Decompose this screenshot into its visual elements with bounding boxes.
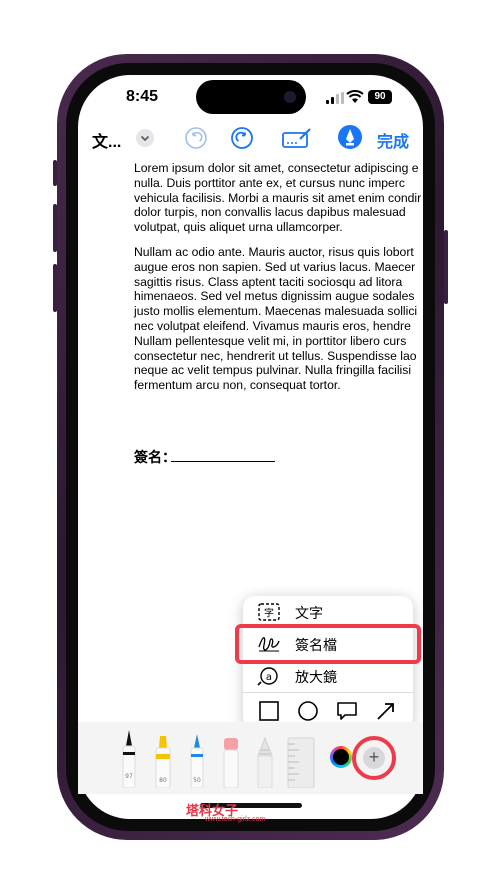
- text-line: Nullam pellentesque velit mi, in porttit…: [134, 333, 407, 348]
- menu-item-magnifier[interactable]: a 放大鏡: [243, 660, 413, 692]
- square-icon[interactable]: [258, 700, 280, 722]
- arrow-icon[interactable]: [375, 700, 397, 722]
- text-line: dolor turpis, non convallis lacus dapibu…: [134, 205, 406, 220]
- undo-icon[interactable]: [183, 125, 209, 151]
- signature-underline: [171, 461, 275, 462]
- text-line: nulla. Duis porttitor ante ex, et cursus…: [134, 175, 405, 190]
- text-line: sagittis risus. Class aptent taciti soci…: [134, 274, 403, 289]
- text-line: consectetur nec, hendrerit ut tellus. Su…: [134, 348, 417, 363]
- plus-highlight-ring: [352, 736, 396, 780]
- title-menu-button[interactable]: [136, 129, 154, 147]
- power-button: [444, 230, 448, 304]
- document-title[interactable]: 文...: [92, 128, 121, 152]
- menu-item-label: 放大鏡: [295, 669, 337, 685]
- current-color-swatch: [333, 749, 349, 765]
- done-button[interactable]: 完成: [377, 128, 409, 152]
- highlighter-tool[interactable]: 80: [152, 732, 174, 788]
- redo-icon[interactable]: [229, 125, 255, 151]
- lasso-tool[interactable]: [254, 736, 276, 788]
- magnifier-icon: a: [257, 667, 278, 686]
- highlighter-size-label: 80: [159, 777, 167, 784]
- status-time: 8:45: [125, 88, 159, 105]
- text-line: nec volutpat eleifend. Vivamus mauris er…: [134, 318, 411, 333]
- text-line: augue eros non sapien. Sed ut varius lac…: [134, 259, 416, 274]
- eraser-tool[interactable]: [220, 736, 242, 788]
- pencil-size-label: 50: [193, 777, 201, 784]
- text-line: Nullam ac odio ante. Mauris auctor, risu…: [134, 244, 414, 259]
- text-box-icon: 字: [258, 603, 280, 621]
- text-line: neque ac velit tempus pulvinar. Nulla fr…: [134, 363, 412, 378]
- battery-indicator: 90: [368, 90, 392, 104]
- speech-bubble-icon[interactable]: [336, 700, 358, 722]
- svg-text:字: 字: [264, 607, 274, 620]
- menu-item-label: 文字: [295, 605, 323, 621]
- svg-text:a: a: [266, 672, 272, 683]
- cellular-signal-icon: [326, 92, 344, 104]
- volume-down-button: [53, 264, 57, 312]
- text-line: vehicula facilisis. Morbi a mauris sit a…: [134, 190, 422, 205]
- text-line: volutpat, quis aliquet urna ullamcorper.: [134, 220, 343, 235]
- text-line: fermentum arcu non, consequat tortor.: [134, 378, 341, 393]
- signature-label: 簽名：: [134, 449, 176, 465]
- pen-size-label: 97: [125, 773, 133, 780]
- text-line: himenaeos. Sed vel metus dignissim augue…: [134, 289, 415, 304]
- volume-up-button: [53, 204, 57, 252]
- text-line: justo mollis elementum. Maecenas malesua…: [134, 304, 418, 319]
- front-camera: [284, 91, 296, 103]
- wifi-icon: [346, 90, 364, 103]
- markup-icon[interactable]: [282, 127, 312, 149]
- signature-highlight-box: [235, 624, 421, 664]
- text-line: Lorem ipsum dolor sit amet, consectetur …: [134, 161, 419, 175]
- mute-switch: [53, 160, 57, 186]
- pencil-tool[interactable]: 50: [186, 732, 208, 788]
- document-body: Lorem ipsum dolor sit amet, consectetur …: [134, 161, 434, 403]
- ruler-tool[interactable]: [286, 736, 316, 788]
- paragraph-2: Nullam ac odio ante. Mauris auctor, risu…: [134, 245, 434, 393]
- pen-tool-icon[interactable]: [337, 124, 363, 150]
- watermark-url: www.tech-girlz.com: [205, 816, 266, 823]
- menu-divider: [243, 692, 413, 693]
- paragraph-1: Lorem ipsum dolor sit amet, consectetur …: [134, 161, 434, 235]
- circle-icon[interactable]: [297, 700, 319, 722]
- chevron-down-icon: [140, 135, 150, 142]
- pen-tool[interactable]: 97: [118, 728, 140, 788]
